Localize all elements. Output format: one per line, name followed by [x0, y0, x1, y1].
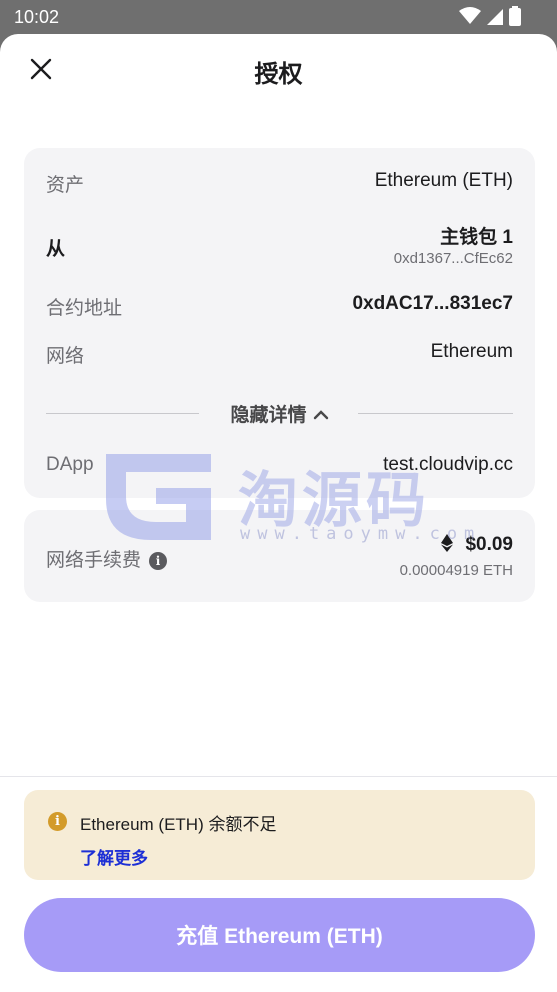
fee-usd: $0.09: [465, 534, 513, 555]
authorization-sheet: 授权 资产 Ethereum (ETH) 从 主钱包 1 0xd1367...C…: [0, 34, 557, 992]
fee-label: 网络手续费: [46, 550, 142, 571]
wifi-icon: [459, 7, 481, 24]
hide-details-label: 隐藏详情: [230, 405, 307, 426]
fee-label-wrap: 网络手续费 i: [46, 545, 168, 572]
contract-value[interactable]: 0xdAC17...831ec7: [352, 293, 513, 315]
dapp-label: DApp: [46, 454, 94, 475]
status-time: 10:02: [14, 7, 60, 27]
top-up-button[interactable]: 充值 Ethereum (ETH): [24, 898, 535, 972]
from-address: 0xd1367...CfEc62: [393, 250, 513, 267]
status-icons: [459, 6, 521, 26]
from-wallet: 主钱包 1: [440, 227, 513, 248]
contract-label: 合约地址: [46, 298, 123, 319]
dapp-value: test.cloudvip.cc: [383, 454, 513, 475]
status-bar: 10:02: [0, 0, 557, 34]
hide-details-toggle[interactable]: 隐藏详情: [24, 400, 535, 427]
details-card: 资产 Ethereum (ETH) 从 主钱包 1 0xd1367...CfEc…: [24, 148, 535, 498]
learn-more-link[interactable]: 了解更多: [80, 844, 148, 869]
bottom-divider: [0, 776, 557, 777]
page-title: 授权: [254, 61, 303, 88]
info-icon[interactable]: i: [149, 552, 168, 570]
ethereum-icon: [441, 534, 454, 552]
asset-label: 资产: [46, 175, 85, 196]
insufficient-balance-warning: i Ethereum (ETH) 余额不足 了解更多: [24, 790, 535, 880]
battery-icon: [509, 6, 521, 26]
warning-text: Ethereum (ETH) 余额不足: [80, 815, 277, 834]
from-label: 从: [46, 239, 66, 260]
fee-card: 网络手续费 i $0.09 0.00004919 ETH: [24, 510, 535, 602]
fee-eth: 0.00004919 ETH: [399, 562, 513, 579]
signal-icon: [487, 9, 503, 25]
warning-icon: i: [48, 812, 67, 831]
header: 授权: [0, 34, 557, 104]
chevron-up-icon: [313, 405, 329, 427]
asset-value: Ethereum (ETH): [374, 170, 513, 191]
network-label: 网络: [46, 346, 85, 367]
network-value: Ethereum: [430, 341, 513, 362]
fee-usd-wrap: $0.09: [441, 534, 513, 556]
